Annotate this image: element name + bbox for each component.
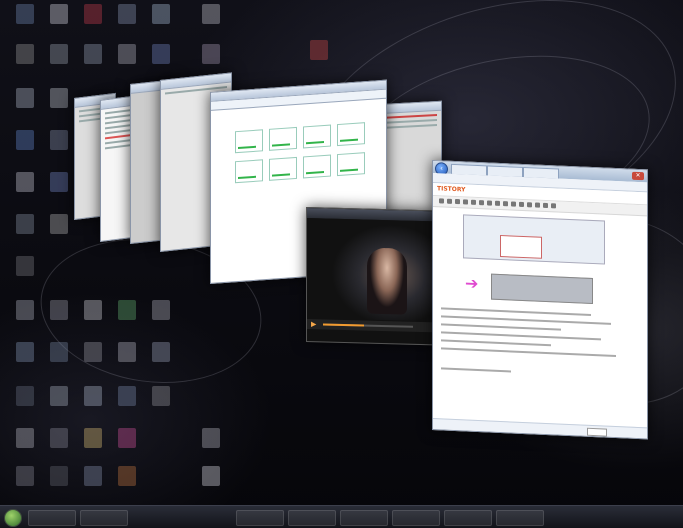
video-controls: ▶	[307, 319, 437, 333]
video-frame[interactable]	[307, 218, 437, 322]
toolbar-icon[interactable]	[519, 201, 524, 208]
desktop-icon[interactable]	[296, 40, 342, 80]
desktop-icon[interactable]	[138, 342, 184, 382]
favorite-tile[interactable]	[303, 154, 331, 179]
desktop-icon[interactable]	[36, 214, 82, 254]
desktop-icon[interactable]	[138, 4, 184, 44]
text-line	[385, 119, 437, 124]
favorite-tile[interactable]	[303, 124, 331, 149]
text-line	[441, 315, 611, 325]
desktop-icon[interactable]	[104, 428, 150, 468]
text-line	[385, 114, 437, 119]
toolbar-icon[interactable]	[527, 202, 532, 208]
text-line	[441, 339, 551, 347]
toolbar-icon[interactable]	[439, 198, 444, 204]
text-line	[441, 331, 601, 341]
desktop-icon[interactable]	[104, 466, 150, 506]
window-titlebar[interactable]	[381, 101, 441, 114]
favorite-tile[interactable]	[269, 156, 297, 181]
close-icon[interactable]: ✕	[632, 171, 644, 181]
play-icon[interactable]: ▶	[311, 320, 319, 328]
editor-content[interactable]: ➔	[433, 207, 647, 426]
video-person-image	[367, 247, 407, 315]
toolbar-icon[interactable]	[495, 200, 500, 206]
windows-orb-icon[interactable]	[4, 509, 22, 527]
desktop-icon[interactable]	[138, 386, 184, 426]
favorite-tile[interactable]	[235, 129, 263, 154]
pink-arrow-icon: ➔	[465, 273, 479, 294]
desktop-icon[interactable]	[2, 256, 48, 296]
text-line	[441, 367, 511, 373]
taskbar-button[interactable]	[340, 510, 388, 526]
favorite-tile[interactable]	[337, 152, 365, 177]
text-line	[441, 323, 561, 331]
video-player-window[interactable]: ▶	[306, 207, 438, 346]
toolbar-icon[interactable]	[511, 201, 516, 207]
taskbar-button[interactable]	[288, 510, 336, 526]
toolbar-icon[interactable]	[447, 198, 452, 204]
favorite-tile[interactable]	[269, 126, 297, 151]
taskbar-button[interactable]	[444, 510, 492, 526]
text-line	[441, 307, 591, 316]
taskbar-button[interactable]	[496, 510, 544, 526]
tistory-logo[interactable]: TISTORY	[437, 185, 465, 193]
toolbar-icon[interactable]	[479, 200, 484, 206]
favorite-tile[interactable]	[337, 122, 365, 147]
toolbar-icon[interactable]	[503, 201, 508, 207]
taskbar-button[interactable]	[28, 510, 76, 526]
toolbar-icon[interactable]	[543, 202, 548, 209]
toolbar-icon[interactable]	[535, 202, 540, 208]
taskbar-button[interactable]	[236, 510, 284, 526]
toolbar-icon[interactable]	[463, 199, 468, 205]
toolbar-icon[interactable]	[551, 203, 556, 209]
video-progress-fill	[323, 323, 364, 327]
text-line	[385, 124, 437, 129]
embedded-screenshot-card	[500, 234, 542, 259]
toolbar-icon[interactable]	[487, 200, 492, 206]
taskbar-button[interactable]	[392, 510, 440, 526]
video-progress-bar[interactable]	[323, 323, 413, 328]
desktop-icon[interactable]	[188, 466, 234, 506]
taskbar-button[interactable]	[80, 510, 128, 526]
toolbar-icon[interactable]	[471, 199, 476, 205]
text-line	[441, 347, 616, 358]
desktop-icon[interactable]	[138, 300, 184, 340]
taskbar	[0, 505, 683, 528]
editor-button[interactable]	[587, 427, 607, 437]
desktop-icon[interactable]	[188, 4, 234, 44]
desktop-icon[interactable]	[188, 428, 234, 468]
embedded-screenshot	[463, 214, 605, 265]
favorite-tile[interactable]	[235, 159, 263, 184]
embedded-taskbar-image	[491, 273, 593, 305]
blog-editor-window[interactable]: ‹ ✕ TISTORY ➔	[432, 160, 648, 440]
toolbar-icon[interactable]	[455, 199, 460, 205]
